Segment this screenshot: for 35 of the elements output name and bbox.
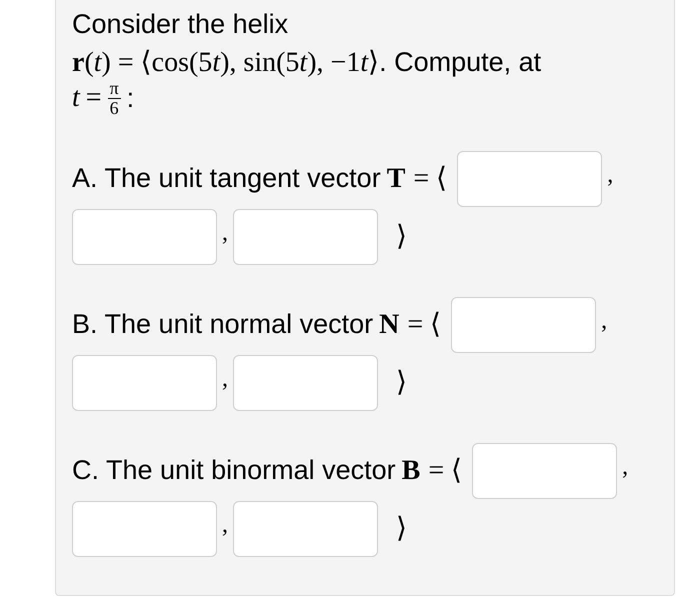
question-label: C. The unit binormal vector [72,454,396,488]
comma: , [621,452,630,482]
answer-box[interactable] [233,354,378,410]
angle-bracket: ⟩ [396,366,407,400]
question-label: B. The unit normal vector [72,308,374,342]
vector-symbol: T [386,162,406,196]
vector-symbol: N [379,308,400,342]
formula: = ⟨ [407,308,442,342]
question-label: A. The unit tangent vector [72,162,381,196]
answer-box[interactable] [451,296,596,352]
equals-sign: = [86,83,102,114]
fraction-numerator: π [108,78,121,99]
answer-box[interactable] [72,354,217,410]
question-text: . Compute, at [379,46,542,79]
fraction-denominator: 6 [110,98,119,118]
vector-symbol: B [402,454,420,488]
formula: r(t) = ⟨cos(5t), sin(5t), −1t⟩ [72,46,380,80]
comma: , [221,218,229,248]
comma: , [221,364,229,394]
answer-box[interactable] [72,500,217,556]
formula: = ⟨ [428,454,462,488]
variable: t [72,83,80,114]
question-text: Consider the helix [72,9,290,39]
comma: , [600,306,608,336]
answer-box[interactable] [472,442,618,498]
answer-box[interactable] [72,208,217,264]
angle-bracket: ⟩ [396,220,407,254]
answer-box[interactable] [233,208,378,264]
colon: : [126,82,134,115]
answer-box[interactable] [457,150,602,206]
comma: , [606,160,614,190]
angle-bracket: ⟩ [396,512,407,546]
comma: , [221,510,229,540]
answer-box[interactable] [233,500,378,556]
formula: = ⟨ [413,162,448,196]
